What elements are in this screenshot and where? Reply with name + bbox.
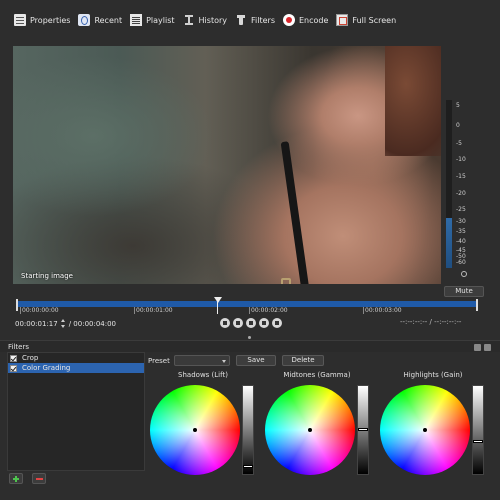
shadows-color-wheel[interactable]: [150, 385, 240, 475]
encode-button[interactable]: Encode: [282, 11, 329, 29]
filter-item-color-grading[interactable]: Color Grading: [8, 363, 144, 373]
full-screen-icon: [336, 14, 349, 26]
timeline-track[interactable]: [16, 301, 478, 307]
shadows-wheel-marker[interactable]: [193, 428, 197, 432]
shadows-level-slider[interactable]: [242, 385, 254, 475]
meter-tick: 5: [456, 102, 460, 109]
history-button[interactable]: History: [183, 11, 227, 29]
filter-item-label: Crop: [22, 354, 39, 362]
delete-preset-button[interactable]: Delete: [282, 355, 324, 366]
meter-tick: -35: [456, 228, 466, 235]
timeline-ruler[interactable]: 00:00:00:00 00:00:01:00 00:00:02:00 00:0…: [16, 299, 478, 315]
midtones-label: Midtones (Gamma): [283, 371, 351, 379]
video-preview[interactable]: Starting image: [13, 46, 441, 284]
preset-select[interactable]: [174, 355, 230, 366]
playhead-line: [217, 300, 218, 314]
filters-button[interactable]: Filters: [235, 11, 275, 29]
playlist-button[interactable]: Playlist: [130, 11, 175, 29]
history-label: History: [198, 15, 227, 25]
properties-label: Properties: [30, 15, 71, 25]
properties-button[interactable]: Properties: [14, 11, 70, 29]
highlights-level-slider[interactable]: [472, 385, 484, 475]
full-screen-label: Full Screen: [352, 15, 397, 25]
shadows-label: Shadows (Lift): [178, 371, 228, 379]
video-content-hair: [385, 46, 441, 156]
recent-button[interactable]: Recent: [78, 11, 122, 29]
filter-list: Crop Color Grading: [7, 352, 145, 471]
main-toolbar: Properties Recent Playlist History Filte…: [0, 0, 500, 40]
encode-label: Encode: [298, 15, 329, 25]
audio-meter: 5 0 -5 -10 -15 -20 -25 -30 -35 -40 -45 -…: [446, 100, 476, 270]
meter-tick: -5: [456, 140, 462, 147]
meter-tick: -40: [456, 238, 466, 245]
add-filter-button[interactable]: [9, 473, 23, 484]
encode-icon: [282, 14, 295, 26]
mute-button[interactable]: Mute: [444, 286, 484, 297]
skip-next-button[interactable]: [272, 318, 282, 328]
history-icon: [183, 14, 195, 26]
meter-tick: -60: [456, 259, 466, 266]
in-point-marker[interactable]: [16, 299, 18, 311]
in-out-display: --:--:--:-- / --:--:--:--: [400, 318, 462, 326]
audio-meter-level: [446, 218, 452, 268]
audio-meter-bar: [446, 100, 452, 268]
current-time-field[interactable]: 00:00:01:17: [15, 320, 58, 328]
properties-icon: [14, 14, 26, 26]
meter-tick: 0: [456, 122, 460, 129]
ruler-label: 00:00:03:00: [363, 307, 402, 314]
total-time: / 00:00:04:00: [68, 319, 117, 328]
save-preset-button[interactable]: Save: [236, 355, 276, 366]
video-content-buckle: [281, 278, 291, 284]
video-content-strap: [280, 141, 310, 284]
highlights-label: Highlights (Gain): [403, 371, 463, 379]
midtones-level-slider[interactable]: [357, 385, 369, 475]
preset-label: Preset: [148, 357, 170, 365]
highlights-slider-handle[interactable]: [473, 439, 483, 443]
filters-label: Filters: [251, 15, 275, 25]
meter-tick: -15: [456, 173, 466, 180]
close-panel-icon[interactable]: [484, 344, 491, 351]
playhead-marker[interactable]: [214, 297, 222, 303]
ruler-label: 00:00:02:00: [249, 307, 288, 314]
skip-previous-button[interactable]: [220, 318, 230, 328]
video-caption: Starting image: [21, 272, 73, 280]
recent-label: Recent: [94, 15, 123, 25]
playlist-label: Playlist: [146, 15, 175, 25]
fast-forward-button[interactable]: [259, 318, 269, 328]
playlist-icon: [130, 14, 143, 26]
panel-splitter-handle[interactable]: [248, 336, 251, 339]
midtones-color-wheel[interactable]: [265, 385, 355, 475]
filter-item-label: Color Grading: [22, 364, 71, 372]
filters-panel-title: Filters: [8, 343, 29, 351]
ruler-label: 00:00:01:00: [134, 307, 173, 314]
midtones-wheel-marker[interactable]: [308, 428, 312, 432]
play-button[interactable]: [246, 318, 256, 328]
timecode-display: 00:00:01:17 / 00:00:04:00: [15, 318, 116, 329]
out-point-marker[interactable]: [476, 299, 478, 311]
color-grading-checkbox[interactable]: [10, 364, 17, 372]
full-screen-button[interactable]: Full Screen: [336, 11, 396, 29]
meter-tick: -10: [456, 156, 466, 163]
timecode-spinner-icon[interactable]: [60, 319, 66, 328]
crop-checkbox[interactable]: [10, 354, 17, 362]
shadows-slider-handle[interactable]: [243, 464, 253, 468]
meter-tick: -30: [456, 218, 466, 225]
meter-settings-icon[interactable]: [461, 271, 467, 277]
ruler-label: 00:00:00:00: [20, 307, 59, 314]
filters-icon: [235, 14, 247, 26]
highlights-wheel-marker[interactable]: [423, 428, 427, 432]
meter-tick: -20: [456, 190, 466, 197]
midtones-slider-handle[interactable]: [358, 427, 368, 431]
transport-controls: [220, 318, 285, 328]
meter-tick: -25: [456, 206, 466, 213]
remove-filter-button[interactable]: [32, 473, 46, 484]
filter-item-crop[interactable]: Crop: [8, 353, 144, 363]
float-panel-icon[interactable]: [474, 344, 481, 351]
filters-panel-header: Filters: [0, 340, 500, 352]
highlights-color-wheel[interactable]: [380, 385, 470, 475]
rewind-button[interactable]: [233, 318, 243, 328]
recent-icon: [78, 14, 91, 26]
